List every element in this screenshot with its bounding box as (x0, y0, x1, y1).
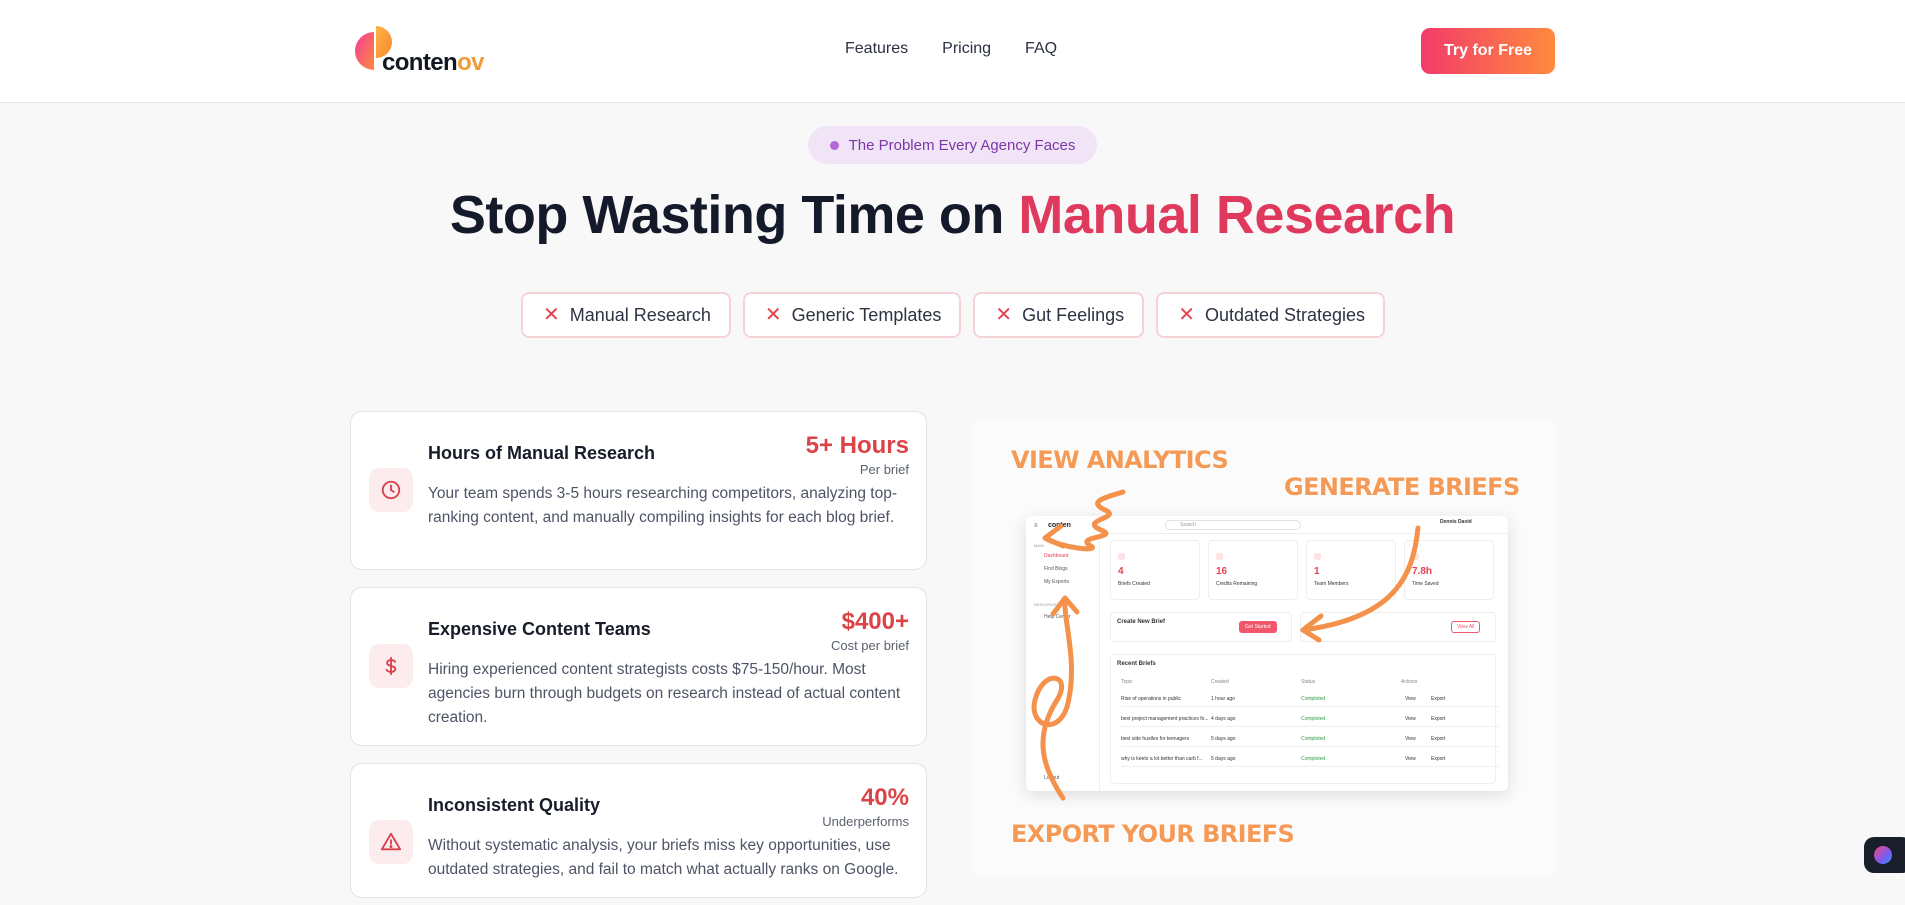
card-stat: 40% Underperforms (822, 784, 909, 829)
close-icon: ✕ (1178, 304, 1195, 326)
pain-tag: ✕ Gut Feelings (973, 292, 1145, 338)
card-stat: 5+ Hours Per brief (806, 432, 909, 477)
pain-tag-label: Outdated Strategies (1204, 304, 1366, 325)
card-stat-caption: Per brief (859, 462, 909, 477)
problem-pill: The Problem Every Agency Faces (808, 126, 1097, 164)
card-stat-value: 5+ Hours (805, 432, 909, 459)
problem-card-research: Hours of Manual Research 5+ Hours Per br… (350, 411, 927, 570)
card-stat-caption: Underperforms (822, 814, 909, 829)
card-stat: $400+ Cost per brief (831, 608, 909, 653)
pain-tag: ✕ Generic Templates (742, 292, 962, 338)
callout-generate-briefs: GENERATE BRIEFS (1284, 473, 1520, 501)
pain-tag-label: Generic Templates (791, 304, 942, 325)
close-icon: ✕ (764, 304, 782, 326)
card-description: Your team spends 3-5 hours researching c… (428, 485, 897, 526)
card-stat-value: 40% (860, 784, 909, 811)
nav-features[interactable]: Features (845, 40, 908, 58)
card-description: Hiring experienced content strategists c… (428, 661, 901, 726)
warning-icon (369, 820, 413, 864)
problem-card-cost: Expensive Content Teams $400+ Cost per b… (350, 587, 927, 746)
nav-faq[interactable]: FAQ (1025, 40, 1057, 58)
clock-icon (369, 468, 413, 512)
pill-dot-icon (829, 140, 839, 150)
problem-card-quality: Inconsistent Quality 40% Underperforms W… (350, 763, 927, 898)
close-icon: ✕ (543, 304, 560, 326)
pain-tag-label: Gut Feelings (1022, 304, 1125, 325)
card-title: Inconsistent Quality (428, 795, 601, 815)
callout-view-analytics: VIEW ANALYTICS (1011, 446, 1229, 474)
pain-tag: ✕ Outdated Strategies (1156, 292, 1386, 338)
card-title: Expensive Content Teams (428, 619, 651, 639)
card-description: Without systematic analysis, your briefs… (428, 837, 899, 878)
pain-tag: ✕ Manual Research (521, 292, 731, 338)
logo-text: contenov (382, 49, 484, 76)
callout-export-briefs: EXPORT YOUR BRIEFS (1011, 820, 1295, 848)
pain-tags: ✕ Manual Research ✕ Generic Templates ✕ … (521, 292, 1386, 338)
main-nav: Features Pricing FAQ (845, 40, 1057, 58)
dollar-icon (369, 644, 413, 688)
card-stat-value: $400+ (841, 608, 909, 635)
card-title: Hours of Manual Research (428, 443, 656, 463)
nav-pricing[interactable]: Pricing (942, 40, 991, 58)
try-for-free-button[interactable]: Try for Free (1421, 28, 1555, 74)
close-icon: ✕ (995, 304, 1013, 326)
pill-label: The Problem Every Agency Faces (848, 136, 1076, 154)
card-stat-caption: Cost per brief (830, 638, 909, 653)
site-header: contenov Features Pricing FAQ Try for Fr… (0, 0, 1905, 103)
logo[interactable]: contenov (354, 24, 484, 76)
brain-icon (1874, 846, 1892, 864)
pain-tag-label: Manual Research (569, 304, 711, 325)
page-title: Stop Wasting Time on Manual Research (449, 185, 1456, 245)
floating-assistant-button[interactable] (1864, 837, 1905, 873)
